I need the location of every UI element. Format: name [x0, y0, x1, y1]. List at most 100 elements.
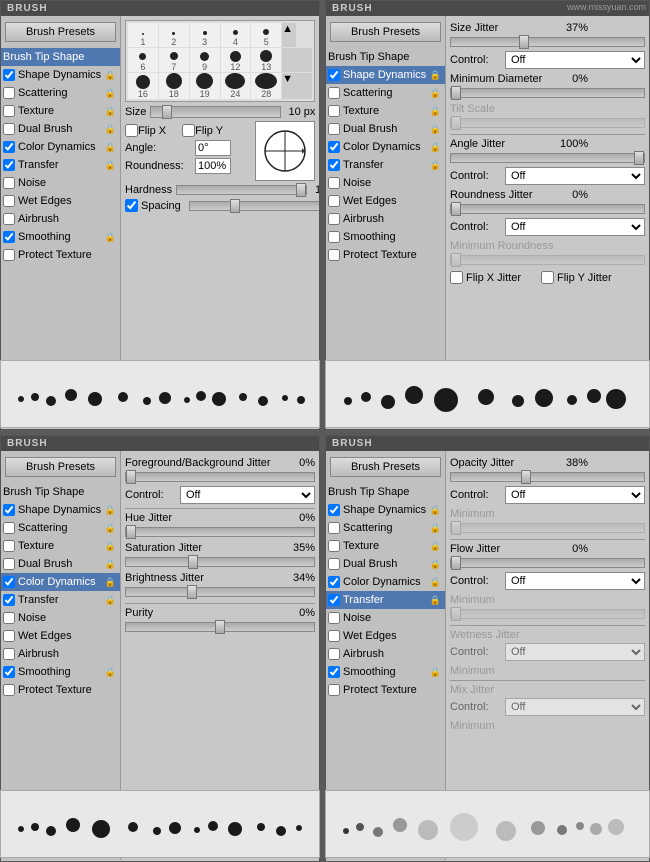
sidebar-item-scattering-q4[interactable]: Scattering 🔒: [326, 519, 445, 537]
checkbox-noise-q3[interactable]: [3, 612, 15, 624]
flip-x-jitter-checkbox[interactable]: [450, 271, 463, 284]
checkbox-transfer-q4[interactable]: [328, 594, 340, 606]
sidebar-item-smooth-q3[interactable]: Smoothing 🔒: [1, 663, 120, 681]
brush-presets-btn-q1[interactable]: Brush Presets: [5, 22, 116, 42]
min-flow-slider[interactable]: [450, 609, 645, 619]
checkbox-dual-q2[interactable]: [328, 123, 340, 135]
checkbox-color-q3[interactable]: [3, 576, 15, 588]
sidebar-item-wet-edges-q1[interactable]: Wet Edges: [1, 192, 120, 210]
purity-slider[interactable]: [125, 622, 315, 632]
checkbox-dual-brush-q1[interactable]: [3, 123, 15, 135]
brush-cell[interactable]: 6: [128, 48, 158, 72]
size-jitter-slider[interactable]: [450, 37, 645, 47]
flip-y-checkbox[interactable]: [182, 124, 195, 137]
tilt-scale-slider[interactable]: [450, 118, 645, 128]
min-opacity-slider[interactable]: [450, 523, 645, 533]
control-select-t1[interactable]: Off: [505, 486, 645, 504]
sidebar-item-brush-tip-q2[interactable]: Brush Tip Shape: [326, 48, 445, 66]
sidebar-item-transfer-q1[interactable]: Transfer 🔒: [1, 156, 120, 174]
checkbox-sd-q2[interactable]: [328, 69, 340, 81]
size-slider[interactable]: [150, 106, 281, 118]
checkbox-wet-q2[interactable]: [328, 195, 340, 207]
roundness-input[interactable]: [195, 158, 231, 174]
sidebar-item-texture-q3[interactable]: Texture 🔒: [1, 537, 120, 555]
checkbox-scattering-q2[interactable]: [328, 87, 340, 99]
sidebar-item-smoothing-q1[interactable]: Smoothing 🔒: [1, 228, 120, 246]
checkbox-smooth-q4[interactable]: [328, 666, 340, 678]
brush-cell[interactable]: 5: [251, 23, 281, 47]
flip-y-jitter-label[interactable]: Flip Y Jitter: [541, 271, 612, 284]
sidebar-item-noise-q3[interactable]: Noise: [1, 609, 120, 627]
sidebar-item-noise-q1[interactable]: Noise: [1, 174, 120, 192]
checkbox-protect-q4[interactable]: [328, 684, 340, 696]
brush-presets-btn-q4[interactable]: Brush Presets: [330, 457, 441, 477]
min-diameter-slider[interactable]: [450, 88, 645, 98]
control-select-cd[interactable]: Off: [180, 486, 315, 504]
checkbox-sd-q3[interactable]: [3, 504, 15, 516]
flow-jitter-slider[interactable]: [450, 558, 645, 568]
angle-input[interactable]: [195, 140, 231, 156]
sidebar-item-protect-texture-q1[interactable]: Protect Texture: [1, 246, 120, 264]
sidebar-item-shape-dynamics-q1[interactable]: Shape Dynamics 🔒: [1, 66, 120, 84]
sidebar-item-texture-q1[interactable]: Texture 🔒: [1, 102, 120, 120]
brush-cell[interactable]: 1: [128, 23, 158, 47]
hue-jitter-slider[interactable]: [125, 527, 315, 537]
flip-y-label[interactable]: Flip Y: [182, 124, 223, 137]
min-roundness-slider[interactable]: [450, 255, 645, 265]
flip-x-checkbox[interactable]: [125, 124, 138, 137]
checkbox-smooth-q3[interactable]: [3, 666, 15, 678]
checkbox-texture-q2[interactable]: [328, 105, 340, 117]
brush-cell[interactable]: 7: [159, 48, 189, 72]
sidebar-item-texture-q4[interactable]: Texture 🔒: [326, 537, 445, 555]
control-select-t2[interactable]: Off: [505, 572, 645, 590]
checkbox-air-q3[interactable]: [3, 648, 15, 660]
sidebar-item-wet-q4[interactable]: Wet Edges: [326, 627, 445, 645]
scroll-down[interactable]: ▼: [282, 73, 312, 99]
hardness-slider[interactable]: [176, 185, 307, 195]
control-select-2[interactable]: Off: [505, 167, 645, 185]
control-select-t4[interactable]: Off: [505, 698, 645, 716]
checkbox-transfer-q1[interactable]: [3, 159, 15, 171]
angle-jitter-slider[interactable]: [450, 153, 645, 163]
checkbox-color-q2[interactable]: [328, 141, 340, 153]
sidebar-item-noise-q2[interactable]: Noise: [326, 174, 445, 192]
sidebar-item-smoothing-q2[interactable]: Smoothing: [326, 228, 445, 246]
sidebar-item-shape-dynamics-q2[interactable]: Shape Dynamics 🔒: [326, 66, 445, 84]
flip-x-jitter-label[interactable]: Flip X Jitter: [450, 271, 521, 284]
sidebar-item-noise-q4[interactable]: Noise: [326, 609, 445, 627]
checkbox-wet-q4[interactable]: [328, 630, 340, 642]
checkbox-transfer-q2[interactable]: [328, 159, 340, 171]
sidebar-item-color-dynamics-q2[interactable]: Color Dynamics 🔒: [326, 138, 445, 156]
brush-presets-btn-q2[interactable]: Brush Presets: [330, 22, 441, 42]
checkbox-wet-edges-q1[interactable]: [3, 195, 15, 207]
control-select-3[interactable]: Off: [505, 218, 645, 236]
sidebar-item-color-q4[interactable]: Color Dynamics 🔒: [326, 573, 445, 591]
sidebar-item-dual-brush-q1[interactable]: Dual Brush 🔒: [1, 120, 120, 138]
sidebar-item-transfer-q4[interactable]: Transfer 🔒: [326, 591, 445, 609]
sidebar-item-brush-tip-shape-q1[interactable]: Brush Tip Shape: [1, 48, 120, 66]
sidebar-item-texture-q2[interactable]: Texture 🔒: [326, 102, 445, 120]
checkbox-noise-q2[interactable]: [328, 177, 340, 189]
scroll-up[interactable]: ▲: [282, 23, 296, 47]
checkbox-transfer-q3[interactable]: [3, 594, 15, 606]
sidebar-item-airbrush-q1[interactable]: Airbrush: [1, 210, 120, 228]
sidebar-item-smooth-q4[interactable]: Smoothing 🔒: [326, 663, 445, 681]
sidebar-item-scattering-q2[interactable]: Scattering 🔒: [326, 84, 445, 102]
control-select-t3[interactable]: Off: [505, 643, 645, 661]
opacity-jitter-slider[interactable]: [450, 472, 645, 482]
sidebar-item-dual-q4[interactable]: Dual Brush 🔒: [326, 555, 445, 573]
brush-cell[interactable]: 3: [190, 23, 220, 47]
checkbox-texture-q1[interactable]: [3, 105, 15, 117]
spacing-label[interactable]: Spacing: [125, 199, 185, 212]
checkbox-noise-q1[interactable]: [3, 177, 15, 189]
bright-jitter-slider[interactable]: [125, 587, 315, 597]
checkbox-scattering-q4[interactable]: [328, 522, 340, 534]
sidebar-item-sd-q4[interactable]: Shape Dynamics 🔒: [326, 501, 445, 519]
brush-cell[interactable]: 13: [251, 48, 281, 72]
sidebar-item-dual-q3[interactable]: Dual Brush 🔒: [1, 555, 120, 573]
sidebar-item-transfer-q2[interactable]: Transfer 🔒: [326, 156, 445, 174]
checkbox-airbrush-q1[interactable]: [3, 213, 15, 225]
control-select-1[interactable]: Off: [505, 51, 645, 69]
brush-cell[interactable]: 12: [221, 48, 251, 72]
fg-bg-jitter-slider[interactable]: [125, 472, 315, 482]
